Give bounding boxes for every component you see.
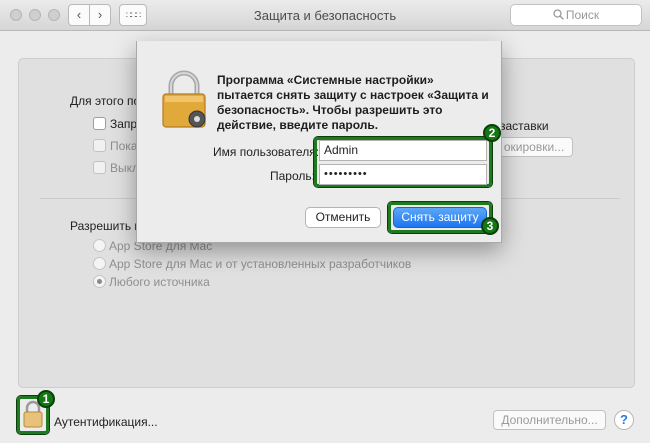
search-input[interactable]: Поиск <box>510 4 642 26</box>
checkbox-disable-auto-login[interactable] <box>93 161 106 174</box>
search-placeholder: Поиск <box>565 8 600 22</box>
step-badge-2: 2 <box>483 124 501 142</box>
cancel-button[interactable]: Отменить <box>305 207 381 228</box>
radio-app-store[interactable] <box>93 239 106 252</box>
checkbox-disable-auto-login-label: Выкл <box>110 161 140 175</box>
radio-anywhere-label: Любого источника <box>109 275 210 289</box>
radio-app-store-developers-label: App Store для Mac и от установленных раз… <box>109 257 412 271</box>
padlock-icon <box>162 70 206 128</box>
password-label: Пароль: <box>270 169 315 183</box>
radio-anywhere[interactable] <box>93 275 106 288</box>
lock-message-button[interactable]: окировки... <box>495 137 573 157</box>
auth-dialog: Программа «Системные настройки» пытается… <box>136 41 502 243</box>
help-button[interactable]: ? <box>614 410 634 430</box>
username-field[interactable]: Admin <box>319 140 487 161</box>
section1-label: Для этого по <box>70 94 141 108</box>
search-icon <box>553 9 564 20</box>
screensaver-text: заставки <box>500 119 549 133</box>
section2-label: Разрешить и <box>70 219 142 233</box>
step-badge-3: 3 <box>481 217 499 235</box>
username-label: Имя пользователя: <box>213 145 320 159</box>
password-field[interactable]: ••••••••• <box>319 164 487 185</box>
dialog-message: Программа «Системные настройки» пытается… <box>217 73 489 132</box>
title-bar: ‹ › ∷∷∷ Защита и безопасность Поиск <box>0 0 650 31</box>
step-badge-1: 1 <box>37 390 55 408</box>
auth-label[interactable]: Аутентификация... <box>54 415 158 429</box>
advanced-button[interactable]: Дополнительно... <box>493 410 606 430</box>
unlock-button[interactable]: Снять защиту <box>393 207 487 228</box>
checkbox-require-password[interactable] <box>93 117 106 130</box>
checkbox-show-message[interactable] <box>93 139 106 152</box>
radio-app-store-developers[interactable] <box>93 257 106 270</box>
